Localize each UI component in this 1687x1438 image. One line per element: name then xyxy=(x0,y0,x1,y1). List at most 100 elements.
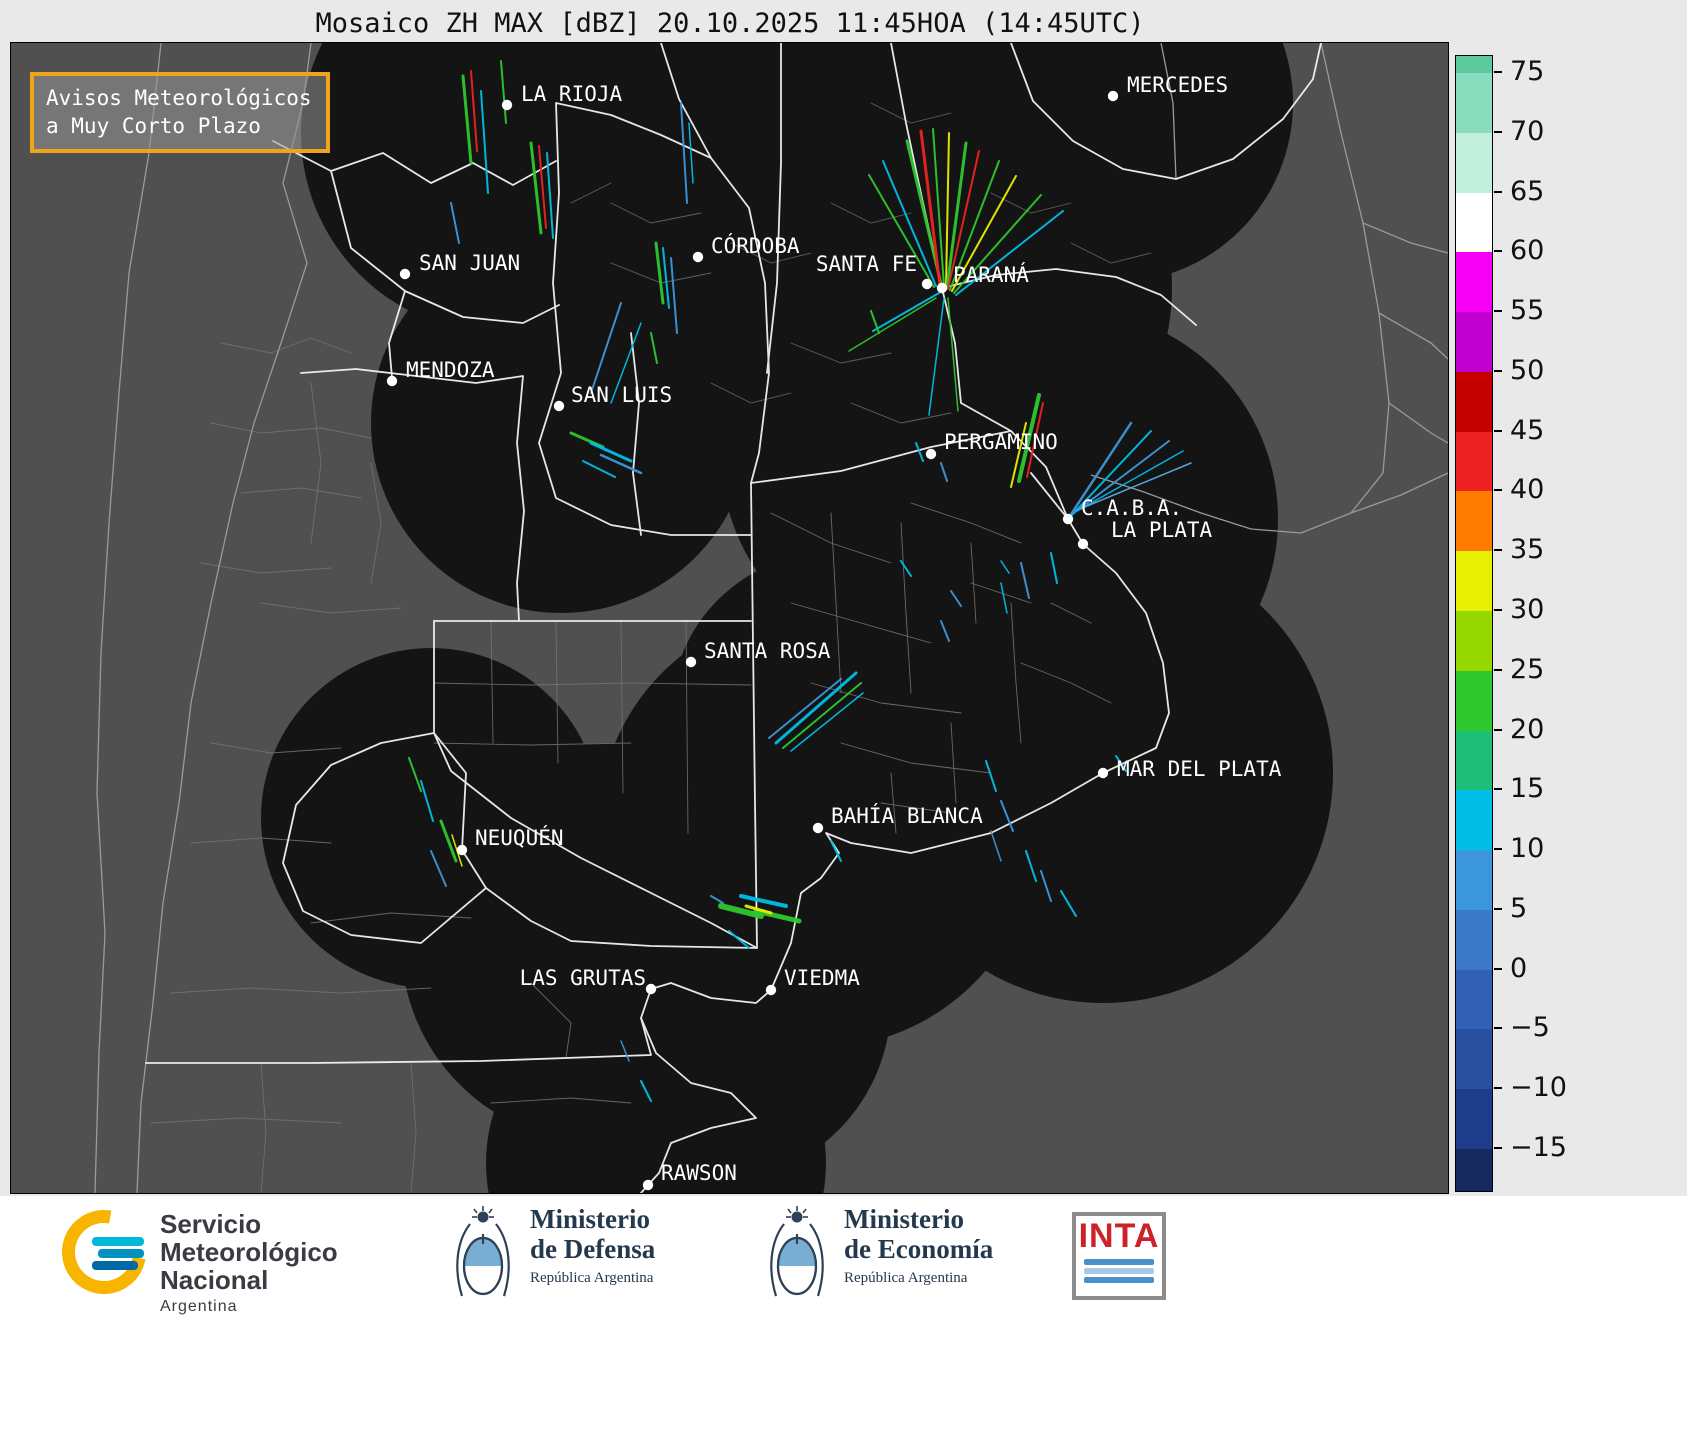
city-dot xyxy=(936,282,948,294)
colorbar-tick xyxy=(1494,369,1502,372)
smn-country: Argentina xyxy=(160,1298,238,1315)
colorbar-tick xyxy=(1494,1087,1502,1090)
smn-name-line: Meteorológico xyxy=(160,1237,338,1267)
smn-name-line: Servicio xyxy=(160,1209,262,1239)
colorbar-cell xyxy=(1456,491,1492,552)
colorbar-cell xyxy=(1456,371,1492,432)
footer-logo-bar: Servicio Meteorológico Nacional Argentin… xyxy=(0,1193,1687,1438)
colorbar-tick-label: 60 xyxy=(1510,235,1545,267)
colorbar-tick xyxy=(1494,489,1502,492)
city-dot xyxy=(501,99,513,111)
colorbar-cell xyxy=(1456,909,1492,970)
city-label: SANTA FE xyxy=(816,252,917,276)
defensa-logo-group: Ministerio de Defensa República Argentin… xyxy=(452,1204,655,1316)
colorbar-tick xyxy=(1494,668,1502,671)
colorbar-cell xyxy=(1456,312,1492,372)
city-label: PARANÁ xyxy=(953,262,1029,287)
colorbar-tick xyxy=(1494,848,1502,851)
city-label: CÓRDOBA xyxy=(711,233,800,258)
colorbar-tick-label: 15 xyxy=(1510,773,1545,805)
colorbar-tick xyxy=(1494,190,1502,193)
colorbar-cell xyxy=(1456,252,1492,313)
colorbar-tick xyxy=(1494,310,1502,313)
colorbar-tick-label: −5 xyxy=(1510,1012,1550,1044)
colorbar-tick-label: 55 xyxy=(1510,295,1545,327)
colorbar-cell xyxy=(1456,611,1492,671)
city-dot xyxy=(399,268,411,280)
city-dot xyxy=(386,375,398,387)
city-label: C.A.B.A. xyxy=(1081,496,1182,520)
city-label: VIEDMA xyxy=(784,966,860,990)
colorbar-tick xyxy=(1494,907,1502,910)
colorbar-cell xyxy=(1456,551,1492,611)
smn-logo-group: Servicio Meteorológico Nacional Argentin… xyxy=(45,1193,338,1316)
defensa-subtitle: de Defensa xyxy=(530,1234,656,1264)
city-label: MAR DEL PLATA xyxy=(1117,757,1282,781)
smn-bar-icon xyxy=(92,1237,144,1246)
colorbar-tick-label: 5 xyxy=(1510,892,1528,924)
radar-map: LA RIOJA MERCEDES SAN JUAN CÓRDOBA SANTA FE P… xyxy=(10,42,1449,1194)
colorbar-tick-label: 50 xyxy=(1510,354,1545,386)
colorbar-tick xyxy=(1494,1027,1502,1030)
colorbar-cell xyxy=(1456,192,1492,253)
city-label: LA PLATA xyxy=(1111,518,1213,542)
city-dot xyxy=(925,448,937,460)
colorbar-cell xyxy=(1456,1089,1492,1149)
colorbar-cell xyxy=(1456,431,1492,492)
economia-logo-group: Ministerio de Economía República Argenti… xyxy=(766,1204,993,1316)
city-label: BAHÍA BLANCA xyxy=(831,803,983,828)
warning-line-1: Avisos Meteorológicos xyxy=(46,86,312,110)
economia-title: Ministerio xyxy=(844,1204,964,1234)
city-dot xyxy=(812,822,824,834)
map-canvas: LA RIOJA MERCEDES SAN JUAN CÓRDOBA SANTA FE P… xyxy=(11,43,1448,1193)
economia-subtitle: de Economía xyxy=(844,1234,994,1264)
city-label: RAWSON xyxy=(661,1161,737,1185)
city-dot xyxy=(921,278,933,290)
smn-bar-icon xyxy=(92,1261,138,1270)
city-label: LAS GRUTAS xyxy=(520,966,646,990)
city-label: SAN LUIS xyxy=(571,383,672,407)
colorbar-tick-label: 30 xyxy=(1510,594,1545,625)
warning-line-2: a Muy Corto Plazo xyxy=(46,114,261,139)
colorbar-cell xyxy=(1456,969,1492,1030)
city-label: LA RIOJA xyxy=(521,82,623,106)
city-dot xyxy=(1107,90,1119,102)
city-label: NEUQUÉN xyxy=(475,825,564,850)
city-dot xyxy=(685,656,697,668)
city-label: SAN JUAN xyxy=(419,251,520,275)
colorbar-cell xyxy=(1456,1149,1492,1191)
colorbar-tick-label: 0 xyxy=(1510,952,1528,984)
colorbar-tick-label: −15 xyxy=(1510,1132,1567,1163)
smn-bar-icon xyxy=(98,1249,144,1258)
colorbar-tick xyxy=(1494,429,1502,432)
city-dot xyxy=(1097,767,1109,779)
colorbar-cell xyxy=(1456,790,1492,851)
colorbar-tick xyxy=(1494,71,1502,73)
city-dot xyxy=(1077,538,1089,550)
city-label: MERCEDES xyxy=(1127,73,1228,97)
colorbar-tick xyxy=(1494,250,1502,253)
colorbar-tick-label: 25 xyxy=(1510,653,1545,685)
colorbar-cell xyxy=(1456,132,1492,193)
page-title: Mosaico ZH MAX [dBZ] 20.10.2025 11:45HOA… xyxy=(315,8,1145,39)
warning-banner[interactable]: Avisos Meteorológicos a Muy Corto Plazo xyxy=(30,72,330,153)
colorbar-tick xyxy=(1494,788,1502,791)
city-dot xyxy=(765,984,777,996)
colorbar-cell xyxy=(1456,73,1492,133)
inta-stripe-icon xyxy=(1084,1277,1154,1283)
colorbar-tick-label: −10 xyxy=(1510,1072,1567,1104)
colorbar-tick-label: 35 xyxy=(1510,534,1545,566)
colorbar-cell xyxy=(1456,1029,1492,1090)
colorbar-tick xyxy=(1494,967,1502,970)
defensa-caption: República Argentina xyxy=(530,1270,654,1286)
city-label: SANTA ROSA xyxy=(704,639,831,663)
inta-logo: INTA xyxy=(1072,1212,1166,1300)
city-dot xyxy=(456,844,468,856)
smn-name-line: Nacional xyxy=(160,1265,269,1295)
dbz-colorbar xyxy=(1455,55,1493,1192)
colorbar-cell xyxy=(1456,56,1492,73)
colorbar-cell xyxy=(1456,850,1492,910)
colorbar-tick-label: 10 xyxy=(1510,833,1545,865)
colorbar-tick-label: 20 xyxy=(1510,713,1545,745)
city-label: MENDOZA xyxy=(406,358,495,382)
